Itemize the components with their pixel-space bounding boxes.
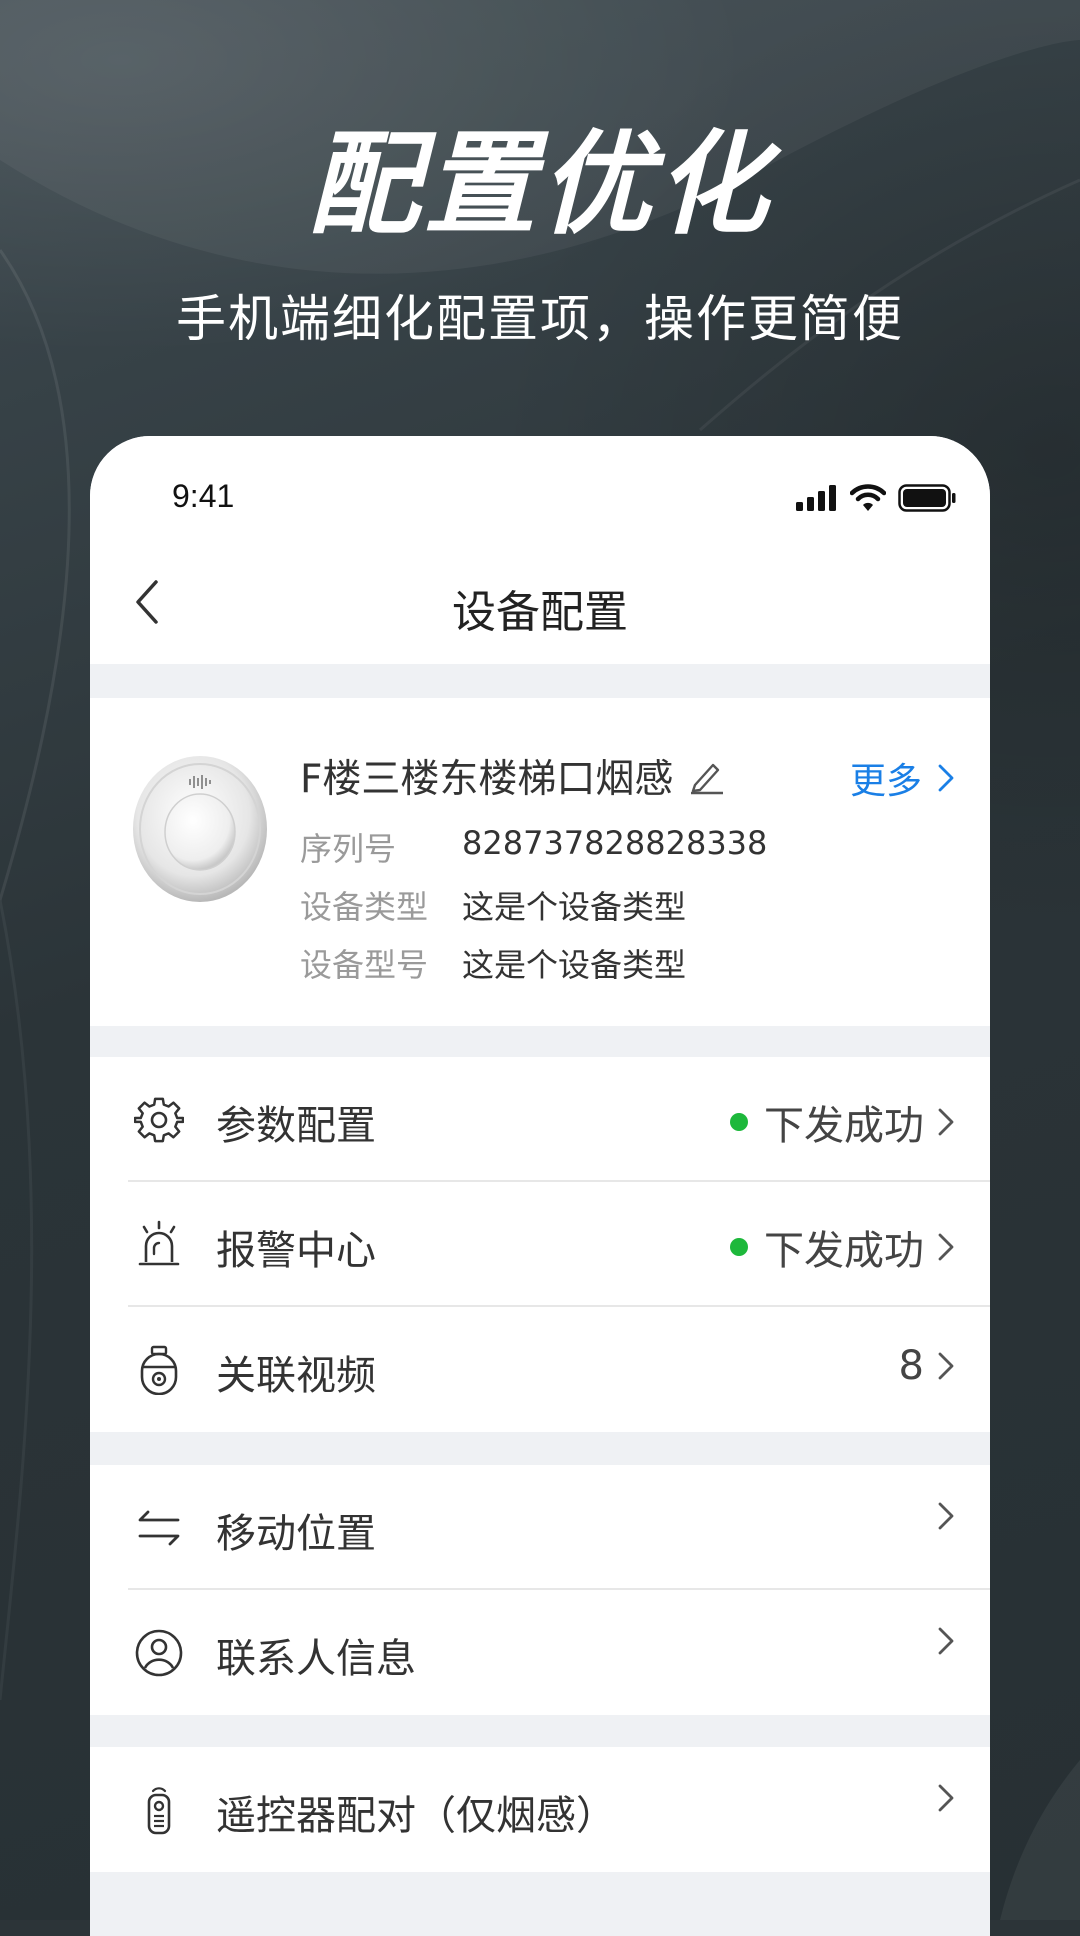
menu-item-contact-info[interactable]: 联系人信息 xyxy=(90,1590,990,1715)
device-name-row: F楼三楼东楼梯口烟感 xyxy=(300,748,725,804)
chevron-right-icon xyxy=(938,1108,954,1136)
device-type-value: 这是个设备类型 xyxy=(462,888,687,926)
device-type-row: 设备类型 这是个设备类型 xyxy=(300,882,686,928)
row-arrow xyxy=(938,1783,954,1813)
more-label: 更多 xyxy=(849,761,922,802)
config-group-3: 遥控器配对（仅烟感） xyxy=(90,1747,990,1872)
signal-icon xyxy=(796,485,836,511)
chevron-right-icon xyxy=(938,1627,954,1655)
headline: 配置优化 xyxy=(308,120,772,250)
edit-pencil-icon[interactable] xyxy=(687,757,725,795)
chevron-right-icon xyxy=(938,1352,954,1380)
menu-label: 参数配置 xyxy=(216,1103,376,1149)
count-value: 8 xyxy=(898,1343,924,1389)
page-title: 设备配置 xyxy=(452,587,628,638)
menu-label: 遥控器配对（仅烟感） xyxy=(216,1793,616,1839)
device-model-label: 设备型号 xyxy=(300,946,429,984)
wifi-icon xyxy=(850,484,886,511)
menu-label: 联系人信息 xyxy=(216,1636,416,1682)
swap-arrows-icon xyxy=(138,1510,180,1546)
serial-row: 序列号 828737828828338 xyxy=(300,824,767,870)
success-dot-icon xyxy=(730,1113,748,1131)
battery-icon xyxy=(898,484,956,512)
menu-item-alarm-center[interactable]: 报警中心 下发成功 xyxy=(90,1182,990,1307)
phone-screen: 9:41 设备配置 F楼三楼东楼梯口烟感 更多 序列号 828737828828… xyxy=(90,436,990,1936)
config-group-1: 参数配置 下发成功 报警中心 下发成功 关联视频 8 xyxy=(90,1057,990,1432)
config-group-2: 移动位置 联系人信息 xyxy=(90,1465,990,1715)
menu-label: 报警中心 xyxy=(216,1228,376,1274)
serial-value: 828737828828338 xyxy=(462,824,768,862)
chevron-right-icon xyxy=(938,1502,954,1530)
success-dot-icon xyxy=(730,1238,748,1256)
device-type-label: 设备类型 xyxy=(300,888,429,926)
alarm-icon xyxy=(138,1220,180,1266)
gear-icon xyxy=(134,1097,184,1143)
chevron-right-icon xyxy=(938,764,954,792)
more-link[interactable]: 更多 xyxy=(850,752,954,804)
device-name: F楼三楼东楼梯口烟感 xyxy=(300,757,674,802)
menu-item-param-config[interactable]: 参数配置 下发成功 xyxy=(90,1057,990,1182)
camera-icon xyxy=(140,1345,178,1395)
menu-label: 移动位置 xyxy=(216,1511,376,1557)
remote-icon xyxy=(147,1787,171,1835)
status-indicator: 下发成功 xyxy=(730,1093,954,1151)
status-bar: 9:41 xyxy=(90,436,990,536)
row-arrow xyxy=(938,1501,954,1531)
menu-item-linked-video[interactable]: 关联视频 8 xyxy=(90,1307,990,1432)
navigation-bar: 设备配置 xyxy=(90,536,990,664)
menu-item-remote-pairing[interactable]: 遥控器配对（仅烟感） xyxy=(90,1747,990,1872)
device-card: F楼三楼东楼梯口烟感 更多 序列号 828737828828338 设备类型 这… xyxy=(90,698,990,1026)
device-model-row: 设备型号 这是个设备类型 xyxy=(300,940,686,986)
linked-count: 8 xyxy=(899,1343,954,1389)
subheadline: 手机端细化配置项，操作更简便 xyxy=(176,290,904,348)
menu-label: 关联视频 xyxy=(216,1353,376,1399)
status-text: 下发成功 xyxy=(764,1228,924,1274)
contact-icon xyxy=(135,1629,183,1677)
status-time: 9:41 xyxy=(172,478,235,514)
chevron-right-icon xyxy=(938,1233,954,1261)
status-icons xyxy=(796,484,956,512)
status-text: 下发成功 xyxy=(764,1103,924,1149)
chevron-right-icon xyxy=(938,1784,954,1812)
row-arrow xyxy=(938,1626,954,1656)
status-indicator: 下发成功 xyxy=(730,1218,954,1276)
serial-label: 序列号 xyxy=(300,830,397,868)
menu-item-move-location[interactable]: 移动位置 xyxy=(90,1465,990,1590)
smoke-detector-image xyxy=(133,756,267,902)
device-model-value: 这是个设备类型 xyxy=(462,946,687,984)
